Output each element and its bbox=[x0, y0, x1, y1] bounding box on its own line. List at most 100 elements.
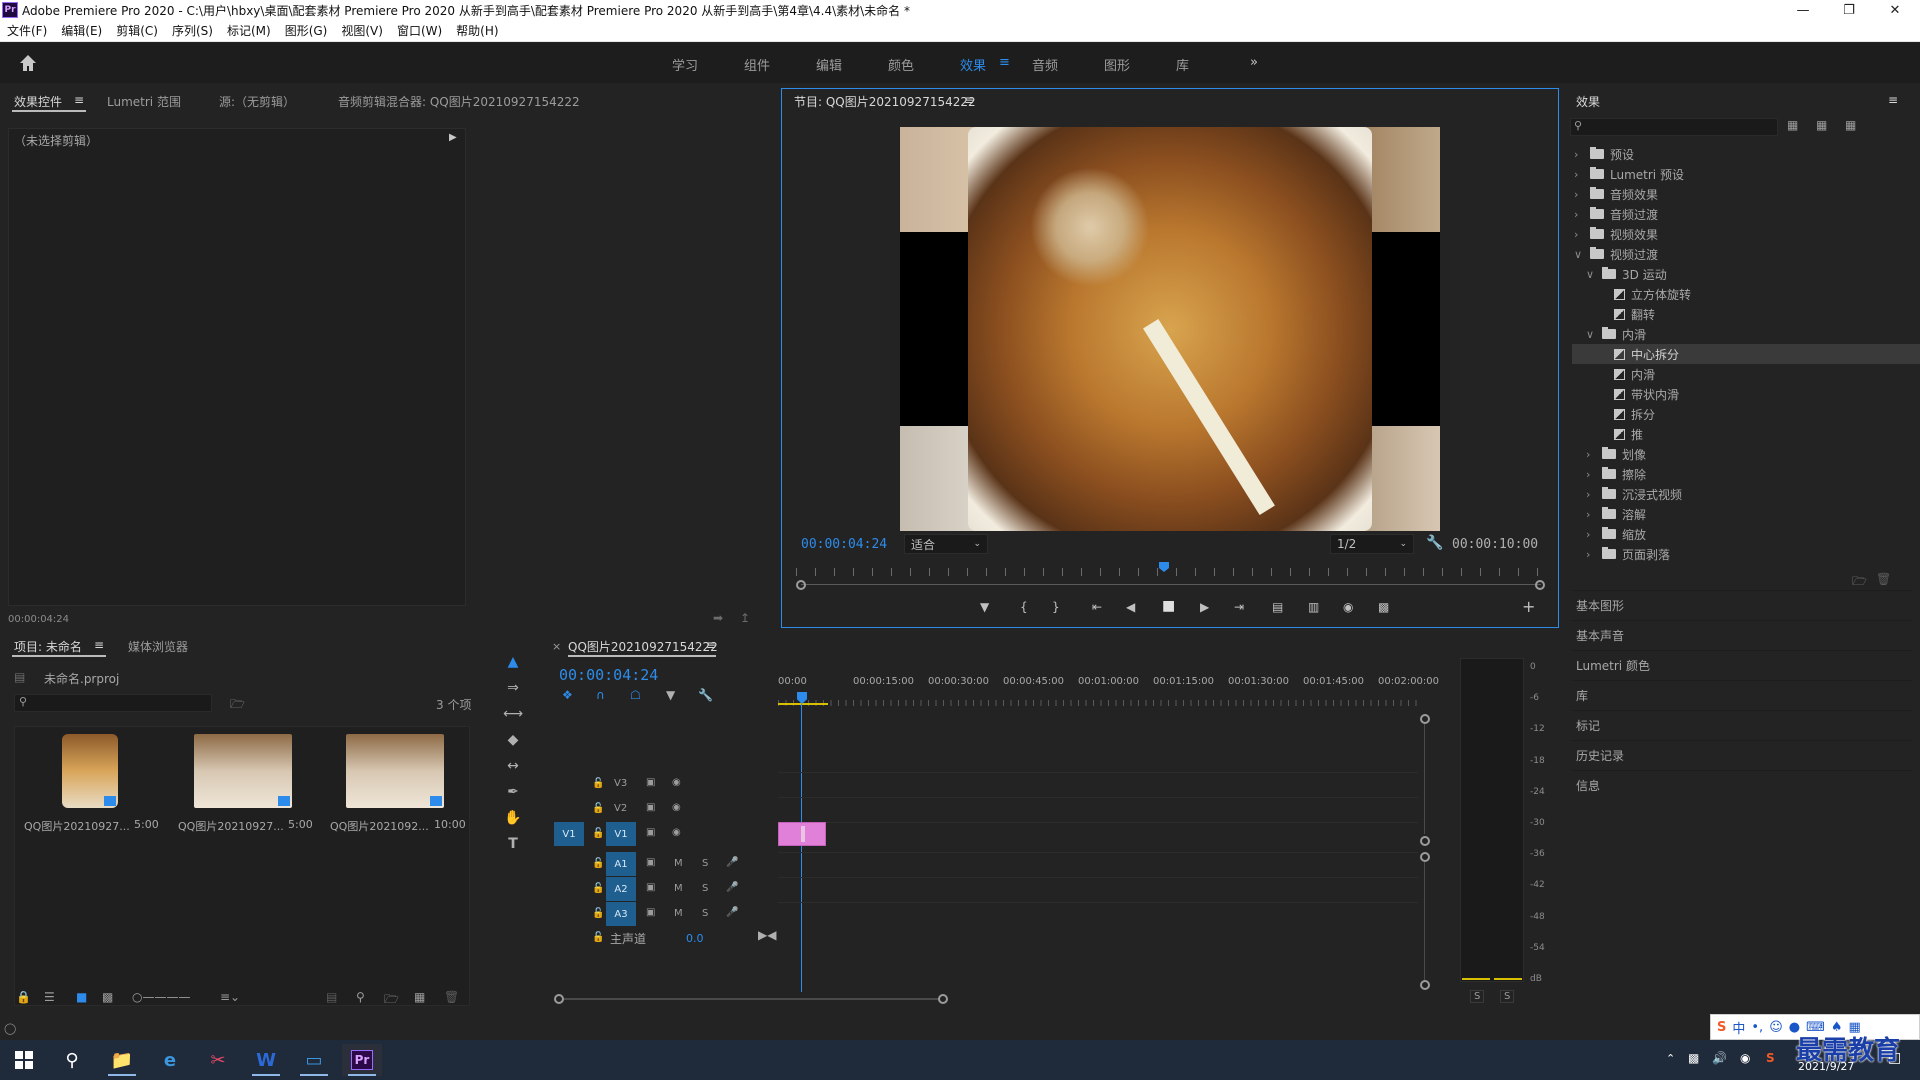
sync-lock-icon[interactable]: ▣ bbox=[646, 802, 655, 813]
type-tool-icon[interactable]: T bbox=[498, 832, 528, 856]
panel-essential-sound[interactable]: 基本声音 bbox=[1572, 620, 1912, 650]
workspace-tab-assembly[interactable]: 组件 bbox=[744, 55, 770, 74]
video-track-lane[interactable] bbox=[778, 797, 1418, 821]
workspace-tab-editing[interactable]: 编辑 bbox=[816, 55, 842, 74]
ime-emoji-icon[interactable]: ☺ bbox=[1769, 1020, 1783, 1035]
timeline-timecode[interactable]: 00:00:04:24 bbox=[559, 666, 658, 684]
solo-button[interactable]: S bbox=[702, 908, 708, 919]
lock-icon[interactable]: 🔓 bbox=[592, 803, 604, 814]
track-target-v1[interactable]: V1 bbox=[606, 822, 636, 846]
chevron-right-icon[interactable]: › bbox=[1586, 508, 1598, 521]
tab-audio-clip-mixer[interactable]: 音频剪辑混合器: QQ图片20210927154222 bbox=[338, 93, 580, 110]
audio-track-lane[interactable] bbox=[778, 877, 1418, 901]
vertical-scroll-top-handle[interactable] bbox=[1420, 714, 1430, 724]
sync-lock-icon[interactable]: ▣ bbox=[646, 857, 655, 868]
tray-chevron-icon[interactable]: ⌃ bbox=[1666, 1052, 1675, 1065]
camera-icon[interactable]: ◉ bbox=[1343, 600, 1353, 614]
tray-app-icon[interactable]: ◉ bbox=[1740, 1051, 1750, 1065]
workspace-tab-learn[interactable]: 学习 bbox=[672, 55, 698, 74]
sogou-tray-icon[interactable]: S bbox=[1766, 1051, 1775, 1065]
effects-search-input[interactable]: ⚲ bbox=[1570, 118, 1778, 136]
ime-mode[interactable]: 中 bbox=[1732, 1018, 1745, 1037]
effects-tree-item[interactable]: › 沉浸式视频 bbox=[1572, 484, 1920, 504]
microphone-icon[interactable]: 🎤 bbox=[726, 857, 738, 868]
menu-edit[interactable]: 编辑(E) bbox=[54, 22, 109, 39]
source-patch-v1[interactable]: V1 bbox=[554, 822, 584, 846]
sequence-tab[interactable]: QQ图片20210927154222 bbox=[568, 638, 718, 655]
icon-view-icon[interactable]: ■ bbox=[76, 990, 87, 1004]
vertical-scrollbar-video[interactable] bbox=[1424, 724, 1425, 834]
panel-lumetri-color[interactable]: Lumetri 颜色 bbox=[1572, 650, 1912, 680]
microphone-icon[interactable]: 🎤 bbox=[726, 882, 738, 893]
add-button-icon[interactable]: + bbox=[1522, 597, 1535, 616]
workspace-overflow-icon[interactable]: » bbox=[1250, 55, 1258, 70]
program-current-timecode[interactable]: 00:00:04:24 bbox=[801, 537, 887, 552]
chevron-right-icon[interactable]: › bbox=[1586, 528, 1598, 541]
go-to-end-icon[interactable]: ▶◀ bbox=[758, 928, 776, 942]
menu-help[interactable]: 帮助(H) bbox=[449, 22, 505, 39]
effects-tree-item[interactable]: ∨ 视频过渡 bbox=[1572, 244, 1920, 264]
zoom-handle-left[interactable] bbox=[796, 580, 806, 590]
chevron-down-icon[interactable]: ∨ bbox=[1586, 328, 1598, 341]
chevron-right-icon[interactable]: › bbox=[1574, 208, 1586, 221]
effects-tree-item[interactable]: 立方体旋转 bbox=[1572, 284, 1920, 304]
chevron-right-icon[interactable]: › bbox=[1586, 488, 1598, 501]
vertical-scroll-audio-top-handle[interactable] bbox=[1420, 852, 1430, 862]
expand-arrow-icon[interactable]: ▶ bbox=[449, 132, 457, 143]
mute-button[interactable]: M bbox=[674, 908, 683, 919]
sort-icon[interactable]: ≡⌄ bbox=[220, 990, 240, 1004]
effects-tree-item[interactable]: 中心拆分 bbox=[1572, 344, 1920, 364]
export-frame-icon[interactable]: ➡ bbox=[713, 611, 723, 625]
premiere-taskbar-icon[interactable]: Pr bbox=[342, 1044, 382, 1076]
chevron-right-icon[interactable]: › bbox=[1574, 228, 1586, 241]
effects-tree-item[interactable]: › 视频效果 bbox=[1572, 224, 1920, 244]
horizontal-scrollbar[interactable] bbox=[564, 998, 940, 1000]
new-search-bin-icon[interactable]: 🗁 bbox=[230, 695, 245, 716]
chevron-right-icon[interactable]: › bbox=[1574, 168, 1586, 181]
linked-selection-icon[interactable]: ☖ bbox=[630, 688, 641, 702]
workspace-tab-libraries[interactable]: 库 bbox=[1176, 55, 1189, 74]
lock-icon[interactable]: 🔓 bbox=[592, 932, 604, 943]
yuv-effects-icon[interactable]: ▦ bbox=[1845, 118, 1856, 132]
project-item-3-name[interactable]: QQ图片2021092... bbox=[330, 818, 429, 834]
video-track-lane[interactable] bbox=[778, 772, 1418, 796]
close-window-button[interactable]: ✕ bbox=[1872, 0, 1918, 20]
snap-magnet-icon[interactable]: ∩ bbox=[596, 688, 605, 702]
snipping-tool-icon[interactable]: ✂ bbox=[198, 1044, 238, 1076]
panel-markers[interactable]: 标记 bbox=[1572, 710, 1912, 740]
lock-icon[interactable]: 🔓 bbox=[592, 883, 604, 894]
horizontal-scroll-left-handle[interactable] bbox=[554, 994, 564, 1004]
panel-libraries[interactable]: 库 bbox=[1572, 680, 1912, 710]
menu-sequence[interactable]: 序列(S) bbox=[165, 22, 220, 39]
zoom-scrollbar[interactable] bbox=[801, 584, 1541, 585]
solo-left-button[interactable]: S bbox=[1470, 990, 1485, 1003]
project-search-input[interactable]: ⚲ bbox=[14, 694, 212, 712]
panel-history[interactable]: 历史记录 bbox=[1572, 740, 1912, 770]
lock-icon[interactable]: 🔓 bbox=[592, 858, 604, 869]
menu-window[interactable]: 窗口(W) bbox=[390, 22, 449, 39]
resolution-dropdown[interactable]: 1/2 ⌄ bbox=[1330, 534, 1414, 554]
workspace-tab-effects[interactable]: 效果 bbox=[960, 55, 986, 74]
list-view-icon[interactable]: ☰ bbox=[44, 990, 55, 1004]
sync-lock-icon[interactable]: ▣ bbox=[646, 907, 655, 918]
menu-file[interactable]: 文件(F) bbox=[0, 22, 54, 39]
minimize-button[interactable]: — bbox=[1780, 0, 1826, 20]
mark-in-icon[interactable]: { bbox=[1020, 600, 1028, 614]
zoom-slider[interactable]: ○———— bbox=[132, 990, 190, 1004]
eye-icon[interactable]: ◉ bbox=[672, 802, 681, 813]
sequence-menu-icon[interactable]: ≡ bbox=[706, 638, 716, 652]
freeform-view-icon[interactable]: ▩ bbox=[102, 990, 113, 1004]
effects-tree-item[interactable]: 推 bbox=[1572, 424, 1920, 444]
workspace-tab-graphics[interactable]: 图形 bbox=[1104, 55, 1130, 74]
slip-tool-icon[interactable]: ↔ bbox=[498, 754, 528, 778]
go-to-out-icon[interactable]: ⇥ bbox=[1234, 600, 1244, 614]
lock-icon[interactable]: 🔒 bbox=[16, 990, 31, 1004]
effects-tree-item[interactable]: › 页面剥落 bbox=[1572, 544, 1920, 564]
app-icon-blue[interactable]: ▭ bbox=[294, 1044, 334, 1076]
tab-source-monitor[interactable]: 源:（无剪辑） bbox=[219, 93, 295, 110]
wrench-icon[interactable]: 🔧 bbox=[1426, 535, 1443, 551]
effects-tree-item[interactable]: 内滑 bbox=[1572, 364, 1920, 384]
windows-start-icon[interactable] bbox=[4, 1044, 44, 1076]
network-icon[interactable]: ▩ bbox=[1688, 1051, 1699, 1065]
project-item-2-name[interactable]: QQ图片20210927... bbox=[178, 818, 284, 834]
